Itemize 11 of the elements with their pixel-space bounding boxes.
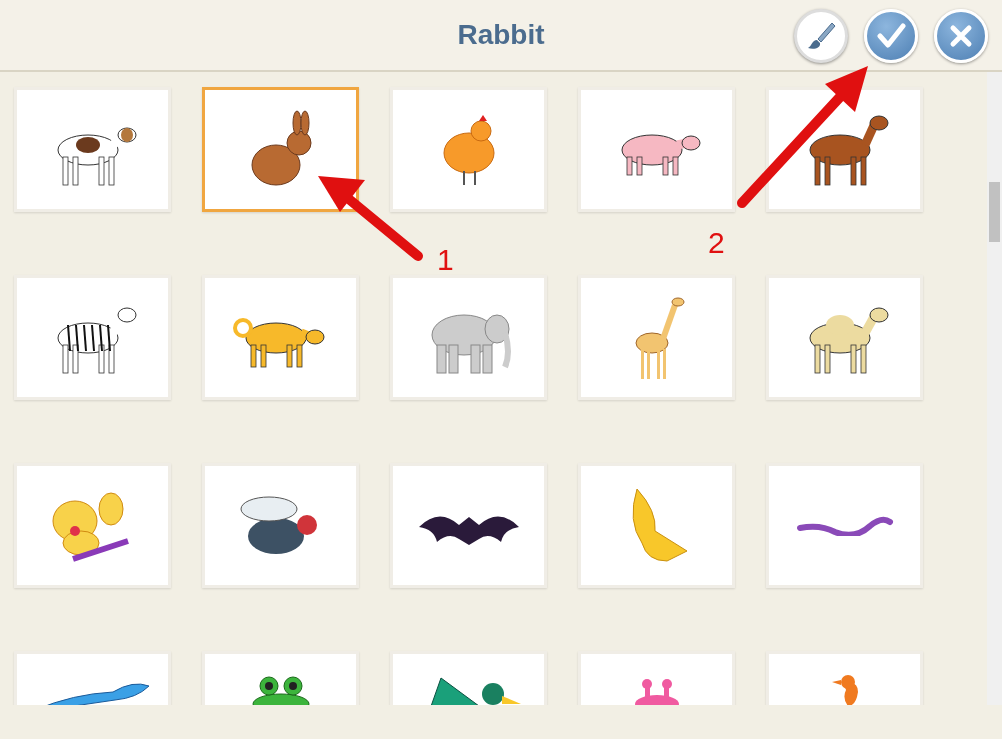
close-button[interactable] bbox=[934, 9, 988, 63]
sprite-tile[interactable] bbox=[202, 87, 359, 212]
annotation-number: 1 bbox=[437, 245, 454, 275]
paintbrush-button[interactable] bbox=[794, 9, 848, 63]
dialog-title: Rabbit bbox=[457, 18, 545, 52]
annotation-number: 2 bbox=[708, 228, 725, 258]
checkmark-icon bbox=[876, 21, 906, 51]
confirm-button[interactable] bbox=[864, 9, 918, 63]
scrollbar-thumb[interactable] bbox=[989, 182, 1000, 242]
scrollbar[interactable] bbox=[987, 72, 1002, 705]
close-icon bbox=[949, 24, 973, 48]
